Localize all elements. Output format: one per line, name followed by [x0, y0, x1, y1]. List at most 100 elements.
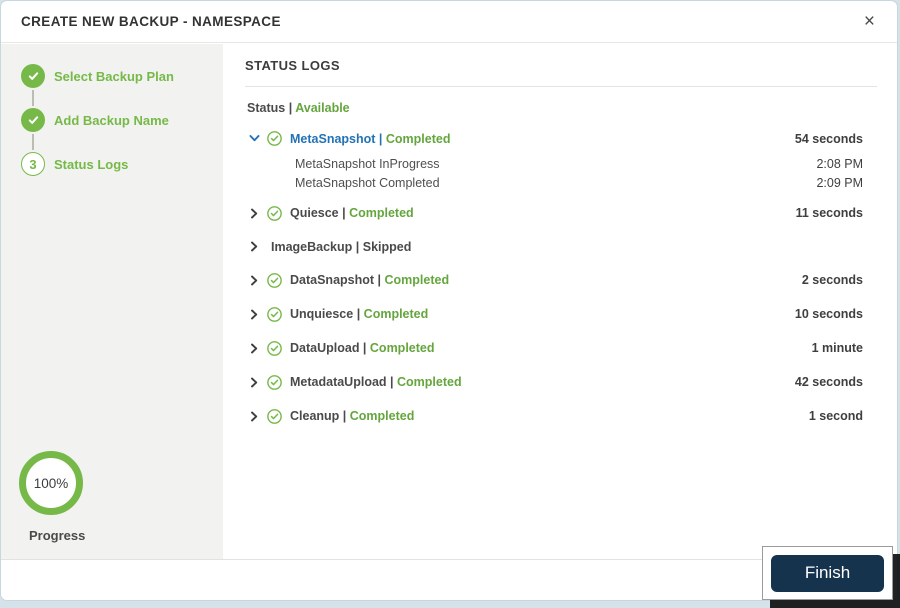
- log-row-imagebackup[interactable]: ImageBackup | Skipped: [245, 240, 863, 254]
- log-row-metadataupload[interactable]: MetadataUpload | Completed 42 seconds: [245, 374, 863, 390]
- log-step-name: Unquiesce: [290, 307, 354, 321]
- check-circle-icon: [267, 272, 283, 288]
- log-row-datasnapshot[interactable]: DataSnapshot | Completed 2 seconds: [245, 272, 863, 288]
- chevron-down-icon[interactable]: [249, 133, 265, 144]
- log-step-name: Quiesce: [290, 206, 339, 220]
- log-row-label: Quiesce | Completed: [290, 206, 414, 220]
- log-pipe: |: [353, 307, 364, 321]
- log-pipe: |: [386, 375, 397, 389]
- log-step-status: Completed: [363, 307, 429, 321]
- step-label: Status Logs: [54, 156, 129, 172]
- log-sub-time: 2:08 PM: [816, 157, 863, 171]
- log-step-name: Cleanup: [290, 409, 340, 423]
- log-duration: 42 seconds: [794, 375, 863, 389]
- log-row-cleanup[interactable]: Cleanup | Completed 1 second: [245, 408, 863, 424]
- check-circle-icon: [267, 374, 283, 390]
- log-pipe: |: [339, 409, 350, 423]
- finish-highlight-box: Finish: [762, 546, 893, 600]
- log-row-label: MetaSnapshot | Completed: [290, 132, 450, 146]
- log-pipe: |: [374, 273, 385, 287]
- step-connector: [32, 134, 34, 150]
- finish-button[interactable]: Finish: [771, 554, 884, 592]
- check-circle-icon: [267, 408, 283, 424]
- create-backup-dialog: CREATE NEW BACKUP - NAMESPACE × Select B…: [0, 0, 898, 601]
- status-logs-heading: STATUS LOGS: [245, 58, 340, 73]
- log-row-label: MetadataUpload | Completed: [290, 375, 462, 389]
- log-step-status: Completed: [384, 273, 450, 287]
- overall-status: Status | Available: [247, 101, 863, 115]
- log-row-label: Cleanup | Completed: [290, 409, 414, 423]
- log-sub-text: MetaSnapshot Completed: [295, 175, 440, 190]
- log-step-status: Completed: [385, 131, 451, 146]
- check-circle-icon: [267, 131, 283, 146]
- log-sub-row: MetaSnapshot InProgress 2:08 PM: [245, 157, 863, 171]
- sidebar-step-status-logs[interactable]: 3 Status Logs: [21, 152, 223, 176]
- step-check-icon: [21, 64, 45, 88]
- chevron-right-icon[interactable]: [249, 275, 265, 286]
- step-label: Select Backup Plan: [54, 68, 174, 84]
- log-duration: 1 minute: [811, 341, 863, 355]
- log-pipe: |: [375, 131, 386, 146]
- progress-indicator: 100% Progress: [19, 451, 129, 543]
- close-icon[interactable]: ×: [860, 10, 879, 33]
- log-step-name: MetaSnapshot: [290, 131, 376, 146]
- log-step-status: Completed: [349, 409, 415, 423]
- step-label: Add Backup Name: [54, 112, 169, 128]
- chevron-right-icon[interactable]: [249, 343, 265, 354]
- progress-percent: 100%: [33, 475, 69, 491]
- chevron-right-icon[interactable]: [249, 377, 265, 388]
- log-step-status: Completed: [397, 375, 462, 389]
- log-sub-rows: MetaSnapshot InProgress 2:08 PM MetaSnapsh…: [245, 157, 863, 190]
- log-row-label: DataSnapshot | Completed: [290, 273, 449, 287]
- log-step-status: Skipped: [362, 239, 412, 254]
- sidebar-step-add-backup-name[interactable]: Add Backup Name: [21, 108, 223, 132]
- check-circle-icon: [267, 306, 283, 322]
- progress-ring: 100%: [19, 451, 83, 515]
- log-step-name: ImageBackup: [271, 239, 353, 254]
- status-logs-panel: STATUS LOGS Status | Available MetaSnaps…: [223, 44, 897, 561]
- status-label: Status: [247, 101, 286, 115]
- log-row-dataupload[interactable]: DataUpload | Completed 1 minute: [245, 340, 863, 356]
- log-pipe: |: [338, 206, 350, 220]
- log-duration: 1 second: [808, 409, 863, 423]
- chevron-right-icon[interactable]: [249, 241, 265, 252]
- dialog-header: CREATE NEW BACKUP - NAMESPACE ×: [1, 1, 897, 43]
- log-duration: 11 seconds: [795, 206, 863, 220]
- log-pipe: |: [352, 239, 363, 254]
- log-pipe: |: [359, 341, 370, 355]
- log-duration: 10 seconds: [794, 307, 863, 321]
- status-pipe: |: [288, 101, 293, 115]
- chevron-right-icon[interactable]: [249, 208, 265, 219]
- check-circle-icon: [267, 205, 283, 221]
- log-duration: 54 seconds: [794, 131, 863, 146]
- chevron-right-icon[interactable]: [249, 411, 265, 422]
- dialog-title: CREATE NEW BACKUP - NAMESPACE: [21, 14, 281, 29]
- heading-divider: [245, 86, 877, 87]
- wizard-sidebar: Select Backup Plan Add Backup Name 3 Status…: [1, 44, 223, 561]
- chevron-right-icon[interactable]: [249, 309, 265, 320]
- log-duration: 2 seconds: [801, 273, 863, 287]
- step-number: 3: [21, 152, 45, 176]
- log-row-label: ImageBackup | Skipped: [271, 240, 411, 254]
- sidebar-step-select-backup-plan[interactable]: Select Backup Plan: [21, 64, 223, 88]
- check-circle-icon: [267, 340, 283, 356]
- step-connector: [32, 90, 34, 106]
- log-sub-row: MetaSnapshot Completed 2:09 PM: [245, 176, 863, 190]
- log-step-status: Completed: [369, 341, 435, 355]
- log-step-name: DataSnapshot: [290, 273, 375, 287]
- log-sub-text: MetaSnapshot InProgress: [295, 157, 440, 171]
- step-list: Select Backup Plan Add Backup Name 3 Status…: [21, 64, 223, 176]
- log-row-label: DataUpload | Completed: [290, 341, 435, 355]
- log-row-list: MetaSnapshot | Completed 54 seconds MetaSn…: [245, 131, 863, 424]
- log-step-name: DataUpload: [290, 341, 360, 355]
- log-row-metasnapshot[interactable]: MetaSnapshot | Completed 54 seconds: [245, 131, 863, 146]
- step-check-icon: [21, 108, 45, 132]
- log-row-unquiesce[interactable]: Unquiesce | Completed 10 seconds: [245, 306, 863, 322]
- log-row-label: Unquiesce | Completed: [290, 307, 428, 321]
- status-value: Available: [295, 101, 350, 115]
- progress-label: Progress: [29, 528, 86, 543]
- log-step-name: MetadataUpload: [290, 375, 387, 389]
- log-sub-time: 2:09 PM: [816, 175, 863, 190]
- log-step-status: Completed: [349, 206, 414, 220]
- log-row-quiesce[interactable]: Quiesce | Completed 11 seconds: [245, 205, 863, 221]
